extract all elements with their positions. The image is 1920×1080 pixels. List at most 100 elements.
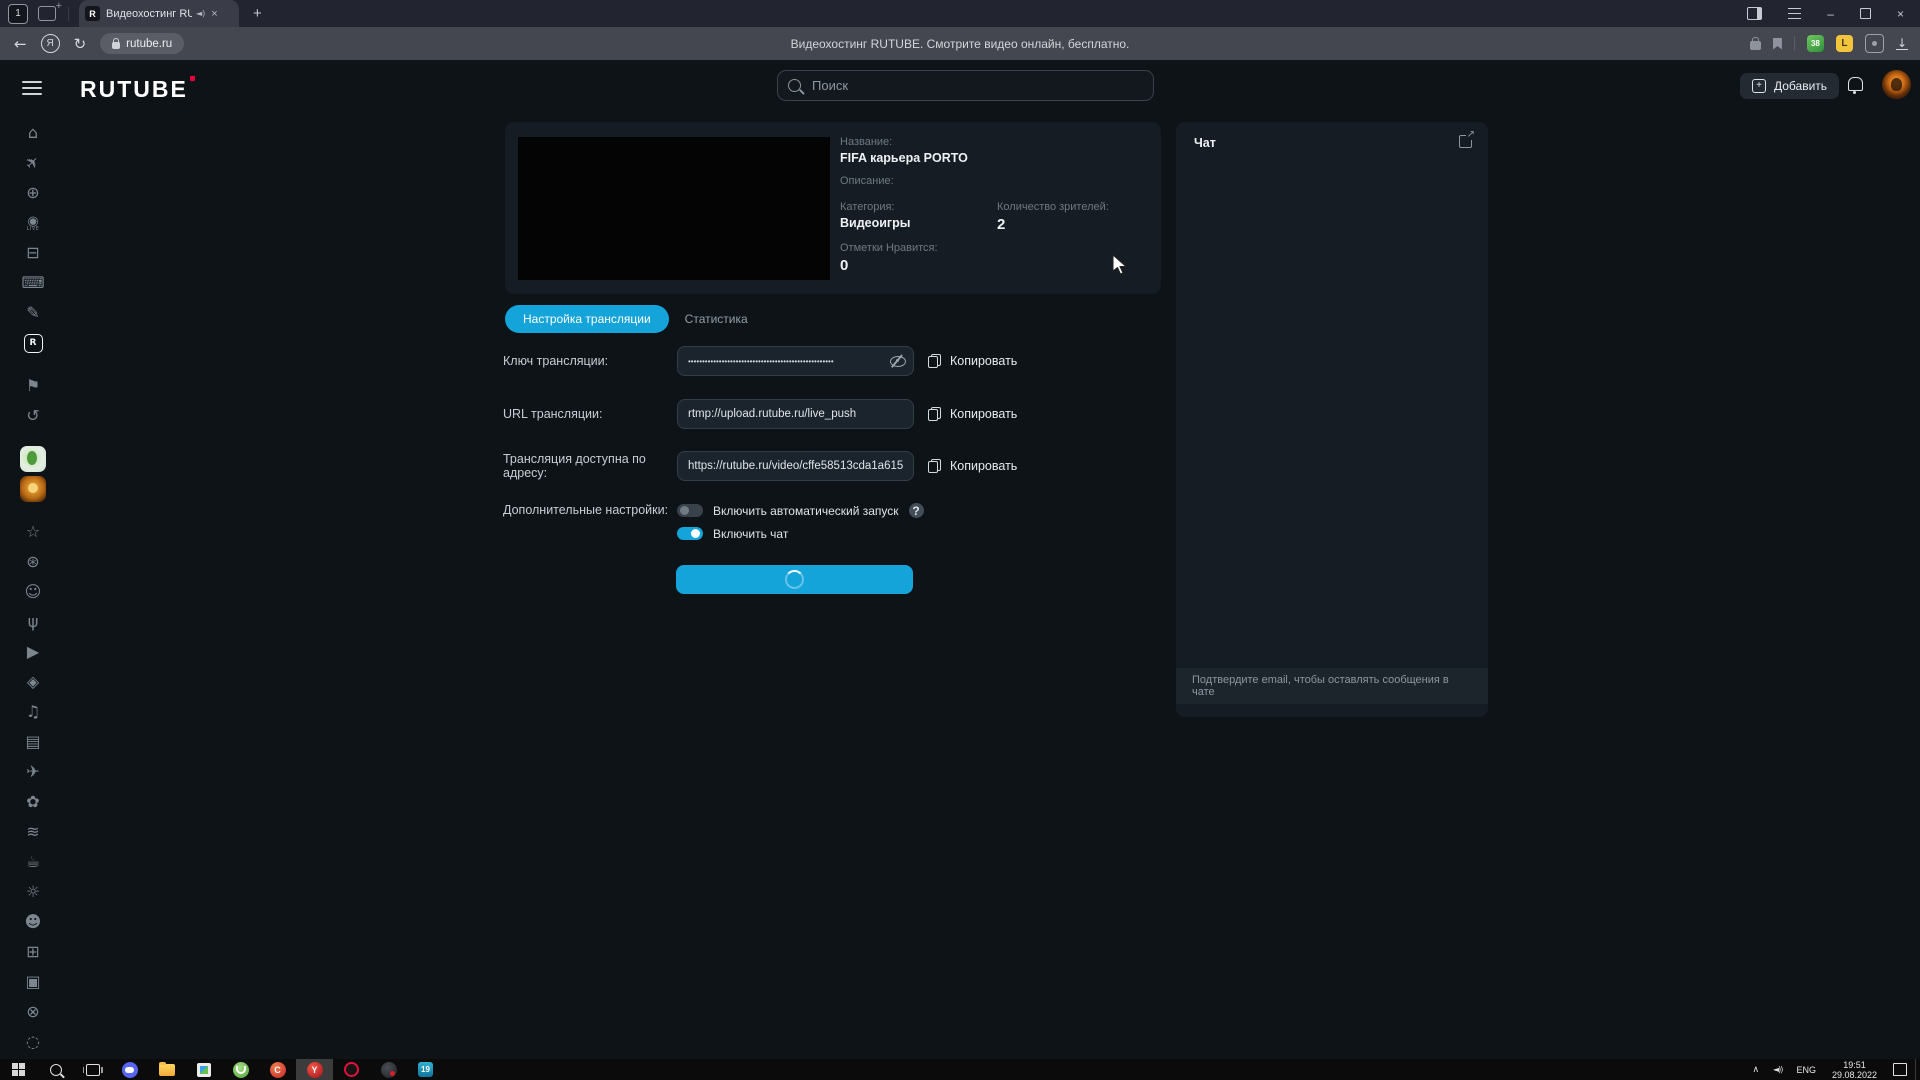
sidebar-item-humor[interactable]: ☺ [0,577,66,607]
add-video-button[interactable]: + Добавить [1740,73,1839,99]
stream-address-input[interactable] [677,451,914,481]
tab-stream-settings[interactable]: Настройка трансляции [505,305,669,333]
sidebar-item-channel-b[interactable] [0,474,66,504]
sidebar-item-auto[interactable]: ⊟ [0,238,66,268]
taskbar-app-store[interactable] [185,1059,222,1080]
taskbar-app-ccleaner[interactable] [259,1059,296,1080]
side-panel-icon[interactable] [1747,7,1762,20]
maximize-button[interactable] [1860,8,1871,19]
search-input[interactable] [810,77,1143,94]
sidebar-item-home[interactable]: ⌂ [0,118,66,148]
taskbar-app-discord[interactable] [111,1059,148,1080]
tab-close-icon[interactable]: × [211,8,217,20]
action-center-icon[interactable] [1893,1063,1907,1076]
taskbar-search-button[interactable] [37,1059,74,1080]
sidebar-item-globe[interactable]: ⊕ [0,178,66,208]
taskbar-apps [111,1059,444,1080]
ccleaner-icon [270,1062,286,1078]
start-button[interactable] [0,1059,37,1080]
submit-button-loading[interactable] [676,565,913,594]
user-avatar[interactable] [1882,70,1911,99]
keyboard-language[interactable]: ENG [1788,1065,1824,1075]
sidebar-item-sport[interactable]: ⊛ [0,547,66,577]
chat-panel: Чат Подтвердите email, чтобы оставлять с… [1176,122,1488,717]
sidebar-item-history[interactable]: ↺ [0,401,66,431]
tab-group-counter[interactable]: 1 [8,4,28,24]
chat-toggle[interactable] [677,527,703,540]
copy-stream-key-button[interactable]: Копировать [928,354,1017,368]
sidebar-item-retro-tv[interactable]: ⊞ [0,937,66,967]
task-view-button[interactable] [74,1059,111,1080]
password-extension-icon[interactable]: L [1836,35,1853,52]
url-field[interactable]: rutube.ru [100,33,184,54]
sidebar-item-music[interactable]: ♫ [0,697,66,727]
sidebar-item-science[interactable]: ◌ [0,1027,66,1057]
downloads-icon[interactable]: ↓ [1896,38,1908,50]
autostart-toggle[interactable] [677,504,703,517]
protect-icon[interactable] [1750,41,1761,50]
copy-stream-url-button[interactable]: Копировать [928,407,1017,421]
sidebar-item-microphone[interactable]: ψ [0,607,66,637]
sidebar-item-camera[interactable]: ▣ [0,967,66,997]
stream-url-input[interactable] [677,399,914,429]
sidebar-item-podcast[interactable]: ≋ [0,817,66,847]
taskbar-clock[interactable]: 19:51 29.08.2022 [1824,1060,1885,1080]
rutube-page: RUTUBE + Добавить ⌂ ✈ ⊕ ◉ ⊟ ⌨ [0,60,1920,1080]
sidebar-item-food[interactable]: ☕ [0,847,66,877]
notifications-bell-icon[interactable] [1848,77,1863,91]
yandex-search-icon[interactable]: Я [41,34,60,53]
taskbar-app-fifa19[interactable] [407,1059,444,1080]
copy-stream-address-button[interactable]: Копировать [928,459,1017,473]
new-tab-button[interactable]: + [253,5,262,22]
refresh-icon[interactable]: ↻ [74,35,87,53]
adblock-extension-icon[interactable]: 38 [1807,35,1824,52]
divider [1794,36,1795,51]
sidebar-item-star[interactable]: ☆ [0,517,66,547]
sport-icon: ⊛ [26,554,39,570]
close-button[interactable]: × [1897,7,1904,21]
hamburger-menu-icon[interactable] [22,81,42,95]
sidebar-item-theater[interactable]: ☻ [0,907,66,937]
sidebar-item-bookmarks[interactable]: ⚑ [0,371,66,401]
browser-tab[interactable]: R Видеохостинг RUTU ◄) × [79,0,239,27]
copy-icon [928,407,941,421]
sidebar-item-tv-show[interactable]: ▶ [0,637,66,667]
sidebar-item-movies[interactable]: ⊗ [0,997,66,1027]
sidebar-item-nature[interactable]: ✿ [0,787,66,817]
sidebar-item-rocket[interactable]: ✈ [0,148,66,178]
taskbar-app-explorer[interactable] [148,1059,185,1080]
rutube-logo[interactable]: RUTUBE [80,76,195,103]
search-bar[interactable] [777,70,1154,101]
stream-key-input[interactable] [677,346,914,376]
sidebar-item-channel-a[interactable] [0,444,66,474]
eye-off-icon[interactable] [890,356,906,367]
sidebar-item-rutube[interactable] [0,328,66,358]
tv-show-icon: ▶ [27,644,39,660]
back-icon[interactable]: ← [14,35,27,53]
sidebar-item-games[interactable]: ⌨ [0,268,66,298]
stream-preview[interactable] [518,137,830,280]
volume-icon[interactable]: ◄)) [1767,1065,1788,1074]
bookmark-icon[interactable] [1773,38,1782,50]
taskbar-app-opera[interactable] [333,1059,370,1080]
science-icon: ◌ [26,1034,40,1050]
minimize-button[interactable]: – [1827,7,1834,21]
sidebar-item-broadcast[interactable]: ◈ [0,667,66,697]
show-desktop-button[interactable] [1915,1059,1920,1080]
tab-audio-icon[interactable]: ◄) [196,9,205,18]
taskbar-app-yandex[interactable] [296,1059,333,1080]
taskbar-app-obs[interactable] [370,1059,407,1080]
tab-statistics[interactable]: Статистика [685,312,748,326]
sidebar-item-ideas[interactable]: ☼ [0,877,66,907]
sidebar-item-travel[interactable]: ✈ [0,757,66,787]
help-icon[interactable]: ? [909,503,924,518]
extension-icon[interactable] [1865,34,1884,53]
open-chat-external-icon[interactable] [1459,135,1472,148]
new-window-icon[interactable] [38,6,56,21]
tray-expand-icon[interactable]: ∧ [1744,1065,1767,1075]
sidebar-item-education[interactable]: ✎ [0,298,66,328]
taskbar-app-utorrent[interactable] [222,1059,259,1080]
sidebar-item-radio[interactable]: ▤ [0,727,66,757]
sidebar-item-live[interactable]: ◉ [0,208,66,238]
browser-menu-icon[interactable] [1788,8,1801,19]
